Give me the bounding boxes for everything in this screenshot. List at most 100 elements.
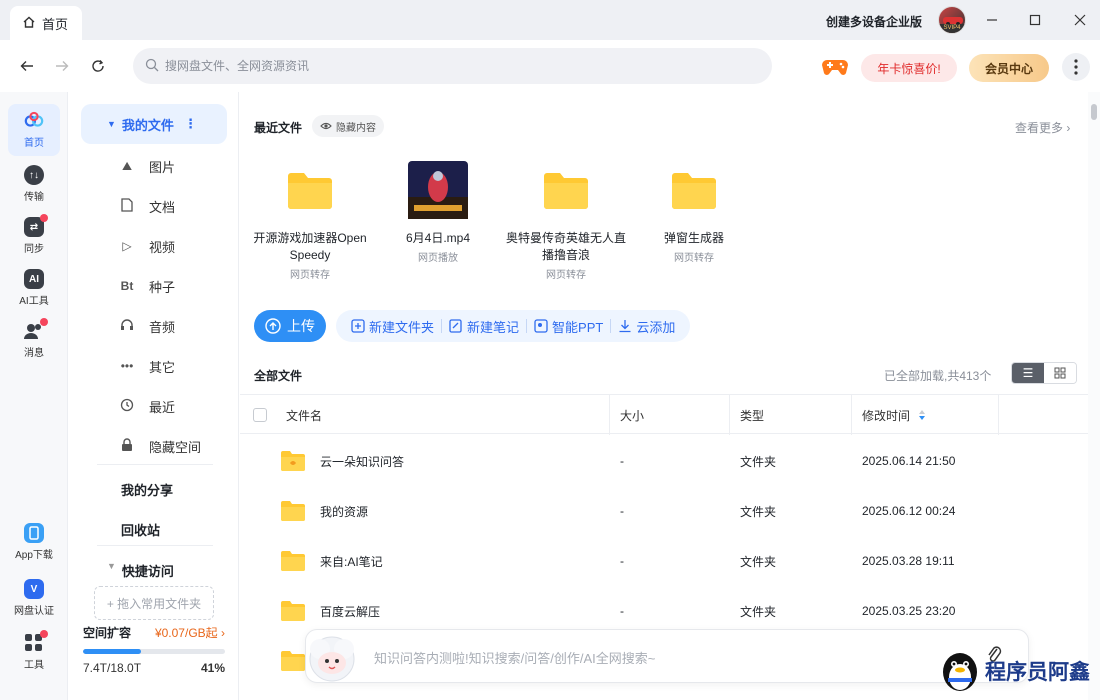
tools-icon [24, 630, 48, 653]
ppt-icon [534, 319, 548, 333]
upload-button[interactable]: 上传 [254, 310, 326, 342]
minimize-button[interactable] [982, 10, 1002, 30]
new-note-button[interactable]: 新建笔记 [442, 317, 526, 336]
storage-percent-text: 41% [200, 661, 225, 675]
new-folder-icon [351, 319, 365, 333]
folder-icon [664, 160, 724, 220]
sidebar-item-label: 其它 [149, 359, 176, 375]
search-bar[interactable] [133, 48, 772, 84]
notification-dot [40, 318, 48, 326]
table-row[interactable]: 云一朵知识问答 - 文件夹 2025.06.14 21:50 [240, 436, 1088, 486]
vertical-dots-icon[interactable]: ⋮ [184, 116, 197, 132]
grid-icon [1054, 367, 1066, 379]
close-button[interactable] [1070, 10, 1090, 30]
cloud-mascot-icon [300, 625, 364, 689]
game-controller-icon[interactable] [821, 55, 849, 77]
home-icon [22, 15, 36, 32]
vertical-dots-icon [1074, 59, 1078, 75]
column-header-name[interactable]: 文件名 [286, 395, 322, 435]
new-folder-button[interactable]: 新建文件夹 [344, 317, 441, 336]
maximize-button[interactable] [1025, 10, 1045, 30]
sidebar-item-images[interactable]: ⛰ 图片 [119, 154, 229, 178]
storage-price-link[interactable]: ¥0.07/GB起 › [155, 624, 225, 641]
recent-file-source: 网页转存 [546, 270, 586, 281]
select-all-checkbox[interactable] [253, 395, 267, 435]
rail-item-verify[interactable]: V 网盘认证 [8, 572, 60, 624]
vip-center-button[interactable]: 会员中心 [969, 54, 1049, 82]
avatar[interactable]: SVIP4 [938, 6, 966, 34]
sidebar-item-label: 隐藏空间 [149, 439, 202, 455]
download-icon [619, 320, 631, 333]
toolbar: 年卡惊喜价! 会员中心 [0, 40, 1100, 92]
file-name: 来自:AI笔记 [320, 554, 383, 569]
folder-icon [280, 486, 306, 536]
sidebar-item-label: 图片 [149, 159, 176, 175]
refresh-icon [92, 60, 104, 72]
minimize-icon [987, 19, 997, 21]
ai-assistant-bar[interactable]: 知识问答内测啦!知识搜索/问答/创作/AI全网搜索~ [305, 629, 1029, 683]
svip-badge: SVIP4 [939, 24, 965, 33]
rail-item-ai[interactable]: AI AI工具 [8, 262, 60, 314]
list-view-button[interactable]: ☰ [1012, 363, 1044, 383]
sidebar-my-files[interactable]: ▼ 我的文件 ⋮ [81, 104, 227, 144]
more-menu-button[interactable] [1062, 53, 1090, 81]
folder-icon [280, 160, 340, 220]
see-more-link[interactable]: 查看更多 › [1015, 119, 1070, 136]
hide-content-toggle[interactable]: 隐藏内容 [312, 115, 384, 137]
enterprise-link[interactable]: 创建多设备企业版 [826, 13, 922, 30]
table-row[interactable]: 来自:AI笔记 - 文件夹 2025.03.28 19:11 [240, 536, 1088, 586]
smart-ppt-button[interactable]: 智能PPT [527, 317, 610, 336]
rail-item-tools[interactable]: 工具 [8, 626, 60, 678]
rail-item-transfer[interactable]: ↑↓ 传输 [8, 158, 60, 210]
scrollbar[interactable] [1088, 92, 1100, 700]
recent-file-name: 弹窗生成器 [663, 231, 724, 245]
sidebar-item-audio[interactable]: 音频 [119, 314, 229, 338]
maximize-icon [1029, 14, 1041, 26]
file-size: - [620, 454, 624, 468]
recent-file-card[interactable]: 奥特曼传奇英雄无人直播撸音浪 网页转存 [506, 160, 626, 281]
grid-view-button[interactable] [1044, 363, 1076, 383]
column-header-type[interactable]: 类型 [740, 395, 764, 435]
ai-assistant-input[interactable]: 知识问答内测啦!知识搜索/问答/创作/AI全网搜索~ [374, 648, 655, 667]
scrollbar-thumb[interactable] [1091, 104, 1097, 120]
promo-button[interactable]: 年卡惊喜价! [861, 54, 957, 82]
sidebar-item-documents[interactable]: 文档 [119, 194, 229, 218]
table-row[interactable]: 我的资源 - 文件夹 2025.06.12 00:24 [240, 486, 1088, 536]
headphone-icon [119, 318, 135, 334]
back-button[interactable] [17, 56, 37, 76]
rail-item-app-download[interactable]: App下载 [8, 516, 60, 568]
upload-label: 上传 [287, 318, 315, 334]
lock-icon [119, 437, 135, 455]
recent-file-source: 网页转存 [674, 253, 714, 264]
column-header-size[interactable]: 大小 [620, 395, 644, 435]
sidebar-recycle-bin[interactable]: 回收站 [121, 520, 160, 539]
sidebar-item-label: 种子 [149, 279, 176, 295]
search-input[interactable] [165, 59, 725, 73]
recent-file-card[interactable]: 弹窗生成器 网页转存 [634, 160, 754, 264]
search-icon [145, 58, 159, 75]
file-size: - [620, 504, 624, 518]
sidebar-item-hidden-space[interactable]: 隐藏空间 [119, 434, 229, 458]
cloud-add-button[interactable]: 云添加 [611, 317, 682, 336]
column-header-modified[interactable]: 修改时间 [862, 395, 926, 435]
sidebar-item-torrent[interactable]: Bt 种子 [119, 274, 229, 298]
main-content: 最近文件 隐藏内容 查看更多 › 开源游戏加速器OpenSpeedy 网页转存 … [240, 92, 1088, 700]
quick-access-drop-zone[interactable]: + 拖入常用文件夹 [94, 586, 214, 620]
tab-home[interactable]: 首页 [10, 6, 82, 40]
rail-item-sync[interactable]: ⇄ 同步 [8, 210, 60, 262]
rail-item-message[interactable]: 消息 [8, 314, 60, 366]
loaded-count-text: 已全部加载,共413个 [884, 369, 992, 383]
sidebar-my-share[interactable]: 我的分享 [121, 480, 173, 499]
recent-file-card[interactable]: 6月4日.mp4 网页播放 [378, 160, 498, 264]
sidebar-item-other[interactable]: ••• 其它 [119, 354, 229, 378]
sidebar-quick-access[interactable]: ▼ 快捷访问 [107, 561, 174, 580]
sidebar-item-video[interactable]: ▷ 视频 [119, 234, 229, 258]
sidebar-item-recent[interactable]: 最近 [119, 394, 229, 418]
verify-icon: V [24, 579, 44, 599]
rail-item-home[interactable]: 首页 [8, 104, 60, 156]
file-name: 我的资源 [320, 504, 369, 519]
forward-button[interactable] [52, 56, 72, 76]
refresh-button[interactable] [88, 56, 108, 76]
smart-ppt-label: 智能PPT [552, 319, 604, 335]
recent-file-card[interactable]: 开源游戏加速器OpenSpeedy 网页转存 [250, 160, 370, 281]
